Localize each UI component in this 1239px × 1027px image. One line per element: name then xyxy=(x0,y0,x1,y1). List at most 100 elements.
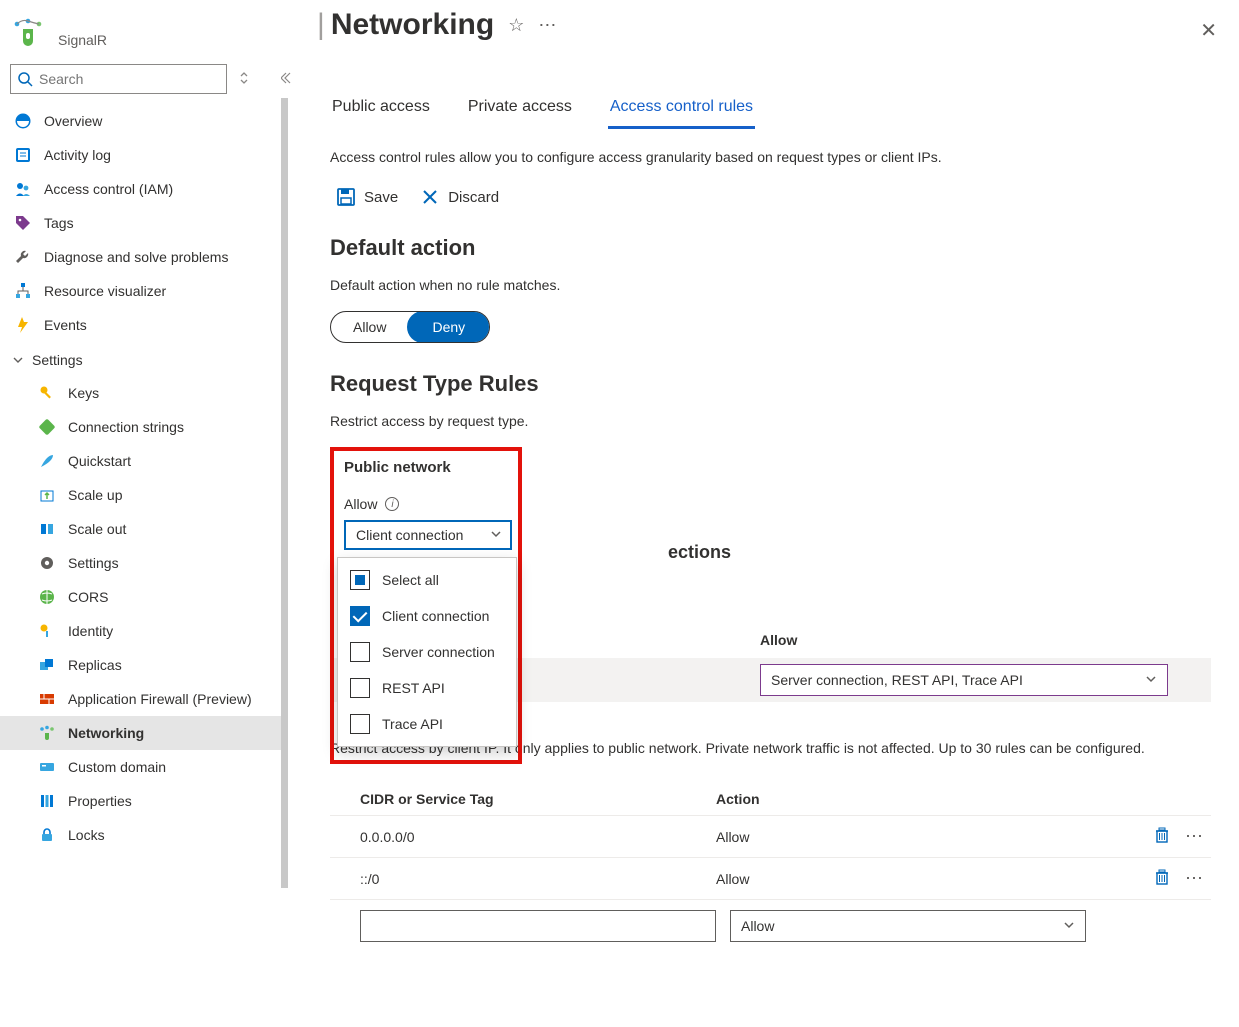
sidebar-item-activity-log[interactable]: Activity log xyxy=(0,138,288,172)
sidebar-item-networking[interactable]: Networking xyxy=(0,716,288,750)
sidebar-item-keys[interactable]: Keys xyxy=(0,376,288,410)
sidebar-item-diagnose[interactable]: Diagnose and solve problems xyxy=(0,240,288,274)
row-more-icon[interactable]: ⋯ xyxy=(1185,826,1205,847)
search-input[interactable] xyxy=(39,71,220,87)
sidebar-item-label: Locks xyxy=(68,827,105,843)
save-button[interactable]: Save xyxy=(336,187,398,207)
discard-button[interactable]: Discard xyxy=(420,187,499,207)
delete-row-button[interactable] xyxy=(1153,826,1171,847)
delete-row-button[interactable] xyxy=(1153,868,1171,889)
sidebar-item-settings[interactable]: Settings xyxy=(0,546,288,580)
sidebar-item-custom-domain[interactable]: Custom domain xyxy=(0,750,288,784)
sidebar-search[interactable] xyxy=(10,64,227,94)
sidebar-item-label: Application Firewall (Preview) xyxy=(68,691,252,707)
ip-rule-row: ::/0 Allow ⋯ xyxy=(330,858,1211,900)
sidebar-item-label: Custom domain xyxy=(68,759,166,775)
lock-icon xyxy=(38,826,56,844)
scaleup-icon xyxy=(38,486,56,504)
sidebar-item-app-firewall[interactable]: Application Firewall (Preview) xyxy=(0,682,288,716)
sidebar-item-label: Settings xyxy=(68,555,119,571)
pill-deny[interactable]: Deny xyxy=(407,311,490,343)
option-trace-api[interactable]: Trace API xyxy=(338,706,516,742)
new-action-value: Allow xyxy=(741,918,774,934)
row-more-icon[interactable]: ⋯ xyxy=(1185,868,1205,889)
sidebar-item-cors[interactable]: CORS xyxy=(0,580,288,614)
expand-collapse-icon[interactable] xyxy=(235,67,253,92)
sidebar-item-identity[interactable]: Identity xyxy=(0,614,288,648)
events-icon xyxy=(14,316,32,334)
key-icon xyxy=(38,384,56,402)
sidebar-item-tags[interactable]: Tags xyxy=(0,206,288,240)
option-client-connection[interactable]: Client connection xyxy=(338,598,516,634)
search-icon xyxy=(17,71,33,87)
cidr-value: 0.0.0.0/0 xyxy=(330,829,716,845)
sidebar-item-label: Diagnose and solve problems xyxy=(44,249,228,265)
info-icon[interactable]: i xyxy=(385,497,399,511)
sidebar-item-replicas[interactable]: Replicas xyxy=(0,648,288,682)
tab-description: Access control rules allow you to config… xyxy=(330,149,1211,165)
option-rest-api[interactable]: REST API xyxy=(338,670,516,706)
sidebar-item-label: Keys xyxy=(68,385,99,401)
chevron-down-icon xyxy=(1145,672,1157,688)
sidebar-item-connection-strings[interactable]: Connection strings xyxy=(0,410,288,444)
quickstart-icon xyxy=(38,452,56,470)
section-label: Settings xyxy=(32,352,83,368)
default-action-toggle: Allow Deny xyxy=(330,311,490,343)
chevron-down-icon xyxy=(1063,918,1075,934)
option-label: REST API xyxy=(382,680,445,696)
tab-public-access[interactable]: Public access xyxy=(330,92,432,129)
sidebar-item-locks[interactable]: Locks xyxy=(0,818,288,852)
sidebar-item-scale-up[interactable]: Scale up xyxy=(0,478,288,512)
more-icon[interactable]: ⋯ xyxy=(538,15,556,36)
pill-allow[interactable]: Allow xyxy=(331,312,408,342)
checkbox-icon xyxy=(350,678,370,698)
allow-label: Allow xyxy=(344,496,377,512)
option-label: Server connection xyxy=(382,644,495,660)
domain-icon xyxy=(38,758,56,776)
new-action-select[interactable]: Allow xyxy=(730,910,1086,942)
sidebar-item-label: Access control (IAM) xyxy=(44,181,173,197)
allow-dropdown[interactable]: Client connection xyxy=(344,520,512,550)
wrench-icon xyxy=(14,248,32,266)
checkbox-checked-icon xyxy=(350,606,370,626)
visualizer-icon xyxy=(14,282,32,300)
sidebar-item-events[interactable]: Events xyxy=(0,308,288,342)
option-server-connection[interactable]: Server connection xyxy=(338,634,516,670)
chevron-down-icon xyxy=(12,354,24,366)
default-action-sub: Default action when no rule matches. xyxy=(330,277,1211,293)
option-label: Client connection xyxy=(382,608,489,624)
option-select-all[interactable]: Select all xyxy=(338,562,516,598)
sidebar-section-settings[interactable]: Settings xyxy=(0,342,288,376)
sidebar-item-label: Overview xyxy=(44,113,102,129)
discard-label: Discard xyxy=(448,189,499,206)
new-cidr-input[interactable] xyxy=(360,910,716,942)
sidebar-item-properties[interactable]: Properties xyxy=(0,784,288,818)
tab-access-control-rules[interactable]: Access control rules xyxy=(608,92,755,129)
sidebar-item-label: Connection strings xyxy=(68,419,184,435)
checkbox-icon xyxy=(350,642,370,662)
default-action-heading: Default action xyxy=(330,235,1211,261)
sidebar-item-quickstart[interactable]: Quickstart xyxy=(0,444,288,478)
sidebar-item-scale-out[interactable]: Scale out xyxy=(0,512,288,546)
pe-select-value: Server connection, REST API, Trace API xyxy=(771,672,1023,688)
sidebar-item-resource-visualizer[interactable]: Resource visualizer xyxy=(0,274,288,308)
action-value: Allow xyxy=(716,829,1096,845)
private-endpoint-allow-select[interactable]: Server connection, REST API, Trace API xyxy=(760,664,1168,696)
replicas-icon xyxy=(38,656,56,674)
properties-icon xyxy=(38,792,56,810)
page-title: Networking xyxy=(331,8,494,42)
scrollbar-thumb[interactable] xyxy=(281,98,288,888)
close-icon[interactable]: ✕ xyxy=(1200,18,1217,43)
sidebar-item-iam[interactable]: Access control (IAM) xyxy=(0,172,288,206)
scaleout-icon xyxy=(38,520,56,538)
dropdown-value: Client connection xyxy=(356,527,463,543)
overview-icon xyxy=(14,112,32,130)
tag-icon xyxy=(14,214,32,232)
sidebar-item-label: Activity log xyxy=(44,147,111,163)
log-icon xyxy=(14,146,32,164)
favorite-star-icon[interactable]: ☆ xyxy=(508,15,524,36)
highlighted-public-network-box: Public network Allow i Client connection… xyxy=(330,447,522,764)
checkbox-icon xyxy=(350,714,370,734)
sidebar-item-overview[interactable]: Overview xyxy=(0,104,288,138)
tab-private-access[interactable]: Private access xyxy=(466,92,574,129)
